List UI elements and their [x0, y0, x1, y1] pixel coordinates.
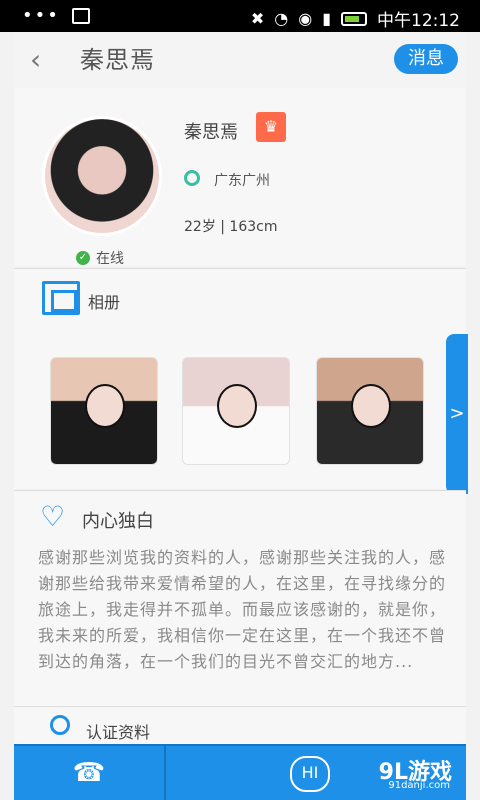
- location-pin-icon: [184, 170, 200, 186]
- profile-name: 秦思焉: [184, 122, 238, 143]
- album-photo-2[interactable]: [182, 357, 290, 465]
- profile-section: ✓ 在线 秦思焉 ♛ 广东广州 22岁 | 163cm: [14, 88, 466, 268]
- location-text: 广东广州: [214, 173, 270, 189]
- album-photo-1[interactable]: [50, 357, 158, 465]
- alarm-icon: ◉: [298, 9, 313, 28]
- page-title: 秦思焉: [80, 46, 155, 74]
- hi-icon: HI: [290, 756, 330, 792]
- notification-dots-icon: •••: [22, 5, 60, 26]
- wifi-icon: ◔: [274, 9, 289, 28]
- photo-face: [217, 384, 257, 428]
- status-left: •••: [22, 7, 90, 25]
- crown-icon: ♛: [256, 112, 286, 142]
- signal-icon: ▮: [322, 9, 331, 28]
- auth-title: 认证资料: [86, 723, 151, 742]
- status-right: ✖ ◔ ◉ ▮ 中午12:12: [251, 6, 460, 31]
- status-label: 在线: [96, 251, 124, 267]
- avatar[interactable]: [42, 116, 162, 236]
- mute-icon: ✖: [250, 9, 265, 28]
- status-bar: ••• ✖ ◔ ◉ ▮ 中午12:12: [0, 0, 480, 32]
- auth-section: 认证资料: [14, 706, 466, 745]
- battery-icon: [341, 11, 367, 26]
- intro-text: 感谢那些浏览我的资料的人，感谢那些关注我的人，感谢那些给我带来爱情希望的人，在这…: [38, 548, 447, 671]
- intro-title: 内心独白: [82, 511, 154, 532]
- hi-button[interactable]: HI 9L游戏 91danji.com: [166, 746, 466, 800]
- photo-face: [85, 384, 125, 428]
- album-next-tab[interactable]: >: [446, 334, 468, 494]
- message-button[interactable]: 消息: [394, 44, 458, 74]
- person-icon: [50, 715, 70, 735]
- watermark-url: 91danji.com: [388, 780, 450, 791]
- phone-icon: ☎: [72, 758, 106, 788]
- age-height-text: 22岁 | 163cm: [184, 219, 278, 235]
- album-photo-3[interactable]: [316, 357, 424, 465]
- album-section: 相册: [14, 268, 466, 489]
- status-time: 中午12:12: [377, 11, 460, 31]
- album-icon: [42, 281, 80, 315]
- bottom-action-bar: ☎ HI 9L游戏 91danji.com: [14, 744, 466, 800]
- chevron-left-icon[interactable]: ‹: [30, 44, 41, 76]
- heart-icon: ♡: [40, 500, 66, 533]
- image-icon: [71, 8, 90, 24]
- online-status: ✓ 在线: [76, 248, 124, 268]
- photo-face: [351, 384, 391, 428]
- album-title: 相册: [88, 293, 121, 312]
- top-header: ‹ 秦思焉 消息: [14, 32, 466, 89]
- check-icon: ✓: [76, 251, 90, 265]
- call-button[interactable]: ☎: [14, 746, 166, 800]
- intro-section: ♡ 内心独白 感谢那些浏览我的资料的人，感谢那些关注我的人，感谢那些给我带来爱情…: [14, 490, 466, 707]
